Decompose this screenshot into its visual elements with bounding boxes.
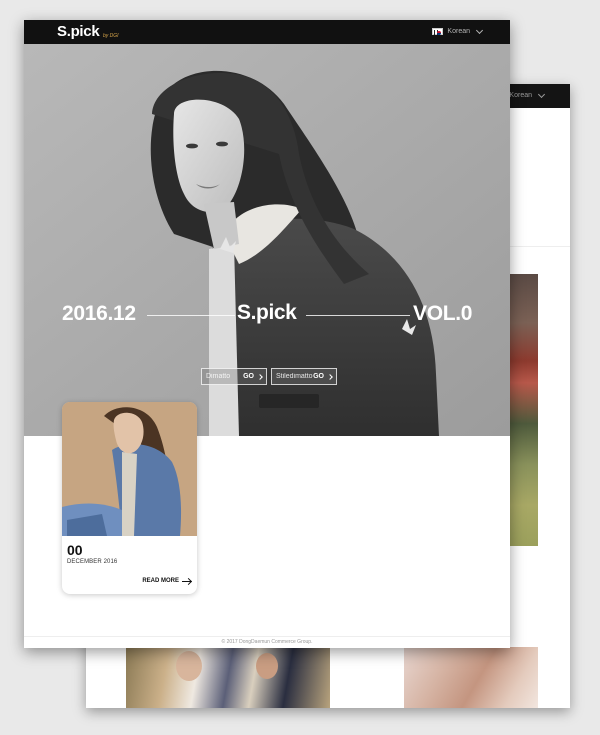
hero-brand-title: S.pick bbox=[237, 301, 297, 324]
issue-cover-photo[interactable] bbox=[62, 402, 197, 536]
chevron-right-icon bbox=[327, 373, 333, 380]
go-label: GO bbox=[313, 373, 324, 380]
hero-model-photo bbox=[24, 44, 510, 436]
front-page: S.pick by DGI Korean 2016.12 S.pick VOL.… bbox=[24, 20, 510, 648]
issue-card[interactable]: 00 DECEMBER 2016 READ MORE bbox=[62, 402, 197, 594]
chevron-right-icon bbox=[257, 373, 263, 380]
language-selector[interactable]: Korean bbox=[432, 26, 484, 35]
go-label: GO bbox=[243, 373, 254, 380]
people-photo[interactable] bbox=[126, 647, 330, 708]
closeup-photo[interactable] bbox=[404, 647, 538, 708]
dimatto-go-button[interactable]: Dimatto GO bbox=[201, 368, 267, 385]
site-logo[interactable]: S.pick bbox=[57, 23, 100, 40]
back-language-label: Korean bbox=[509, 92, 532, 99]
divider-line bbox=[306, 315, 410, 316]
issue-volume: VOL.0 bbox=[413, 302, 473, 325]
garden-photo[interactable] bbox=[510, 274, 538, 546]
language-label: Korean bbox=[447, 28, 470, 35]
logo-subtitle: by DGI bbox=[103, 33, 119, 39]
site-header: S.pick by DGI Korean bbox=[24, 20, 510, 44]
button-label: Stiledimatto bbox=[276, 373, 313, 380]
stiledimatto-go-button[interactable]: Stiledimatto GO bbox=[271, 368, 337, 385]
chevron-down-icon bbox=[475, 26, 484, 34]
button-label: Dimatto bbox=[206, 373, 231, 380]
read-more-link[interactable]: READ MORE bbox=[142, 578, 191, 584]
issue-number: 00 bbox=[67, 542, 83, 558]
divider-line bbox=[147, 315, 235, 316]
chevron-down-icon bbox=[537, 90, 546, 98]
issue-date: 2016.12 bbox=[62, 302, 136, 325]
issue-date-text: DECEMBER 2016 bbox=[67, 559, 118, 565]
back-language-selector[interactable]: Korean bbox=[509, 90, 546, 99]
cover-model-illustration bbox=[62, 402, 197, 536]
korea-flag-icon bbox=[432, 28, 444, 35]
face-shape bbox=[256, 653, 278, 679]
hero-banner: 2016.12 S.pick VOL.0 Dimatto GO Stiledim… bbox=[24, 44, 510, 436]
face-shape bbox=[176, 651, 202, 681]
read-more-label: READ MORE bbox=[142, 578, 179, 584]
arrow-right-icon bbox=[182, 580, 191, 582]
footer-copyright: © 2017 DongDaemun Commerce Group. bbox=[221, 639, 313, 645]
footer-divider bbox=[24, 636, 510, 637]
